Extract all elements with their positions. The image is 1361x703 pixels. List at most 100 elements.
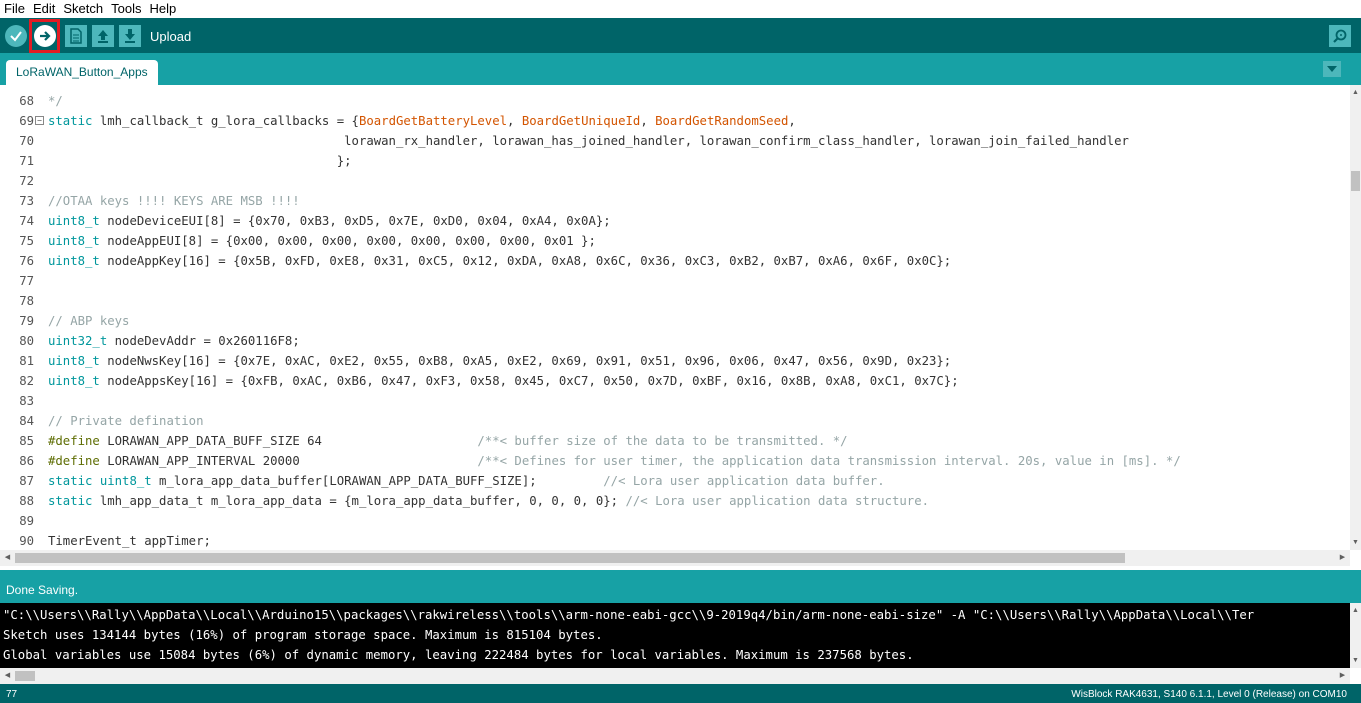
tab-sketch[interactable]: LoRaWAN_Button_Apps xyxy=(6,60,158,85)
code-line: 77 xyxy=(0,271,1350,291)
line-number: 74 xyxy=(19,214,34,228)
console-horizontal-scroll-thumb[interactable] xyxy=(15,671,35,681)
code-text: }; xyxy=(48,151,352,171)
line-number: 87 xyxy=(19,474,34,488)
console-scroll-down-arrow-icon[interactable]: ▼ xyxy=(1350,655,1361,666)
toolbar: Upload xyxy=(0,18,1361,53)
code-line: 81 uint8_t nodeNwsKey[16] = {0x7E, 0xAC, … xyxy=(0,351,1350,371)
code-line: 84 // Private defination xyxy=(0,411,1350,431)
console-scroll-right-arrow-icon[interactable]: ▶ xyxy=(1337,670,1348,681)
code-text: uint32_t nodeDevAddr = 0x260116F8; xyxy=(48,331,300,351)
code-line: 86 #define LORAWAN_APP_INTERVAL 20000 /**… xyxy=(0,451,1350,471)
tab-menu-button[interactable] xyxy=(1323,61,1341,77)
menu-file[interactable]: File xyxy=(0,0,29,18)
editor-horizontal-scrollbar[interactable]: ◀ ▶ xyxy=(0,550,1350,566)
code-token: #define xyxy=(48,454,100,468)
code-token: , xyxy=(788,114,796,128)
code-text: uint8_t nodeAppsKey[16] = {0xFB, 0xAC, 0… xyxy=(48,371,959,391)
upload-button[interactable] xyxy=(34,25,56,47)
serial-monitor-button[interactable] xyxy=(1329,25,1351,47)
line-number: 90 xyxy=(19,534,34,548)
line-number: 73 xyxy=(19,194,34,208)
console-horizontal-scrollbar[interactable]: ◀ ▶ xyxy=(0,668,1350,684)
code-token: LORAWAN_APP_DATA_BUFF_SIZE 64 xyxy=(99,434,478,448)
code-line: 80 uint32_t nodeDevAddr = 0x260116F8; xyxy=(0,331,1350,351)
code-text: lorawan_rx_handler, lorawan_has_joined_h… xyxy=(48,131,1129,151)
code-token: uint8_t xyxy=(99,474,152,488)
line-number: 80 xyxy=(19,334,34,348)
console-line: "C:\\Users\\Rally\\AppData\\Local\\Ardui… xyxy=(3,608,1255,622)
fold-toggle-icon[interactable]: − xyxy=(35,116,44,125)
code-text: static lmh_callback_t g_lora_callbacks =… xyxy=(48,111,796,131)
code-editor[interactable]: 68 */ 69− static lmh_callback_t g_lora_call… xyxy=(0,85,1361,550)
code-line: 89 xyxy=(0,511,1350,531)
code-line: 69− static lmh_callback_t g_lora_callback… xyxy=(0,111,1350,131)
status-area: Done Saving. xyxy=(0,570,1361,603)
status-message: Done Saving. xyxy=(6,583,79,597)
line-number: 88 xyxy=(19,494,34,508)
code-token: uint8_t xyxy=(48,234,100,248)
new-button[interactable] xyxy=(65,25,87,47)
console-vertical-scrollbar[interactable]: ▲ ▼ xyxy=(1350,603,1361,668)
code-token: BoardGetUniqueId xyxy=(521,114,641,128)
board-info: WisBlock RAK4631, S140 6.1.1, Level 0 (R… xyxy=(1071,689,1347,700)
code-token: uint8_t xyxy=(48,214,100,228)
open-button[interactable] xyxy=(92,25,114,47)
code-token: uint8_t xyxy=(48,254,100,268)
code-token: /**< buffer size of the data to be trans… xyxy=(477,434,848,448)
scroll-up-arrow-icon[interactable]: ▲ xyxy=(1350,87,1361,98)
upload-arrow-icon xyxy=(40,31,51,41)
verify-check-icon xyxy=(10,31,22,42)
code-token: nodeAppKey[16] = {0x5B, 0xFD, 0xE8, 0x31… xyxy=(99,254,952,268)
code-text: // ABP keys xyxy=(48,311,129,331)
code-token: nodeDeviceEUI[8] = {0x70, 0xB3, 0xD5, 0x… xyxy=(99,214,611,228)
console-scroll-up-arrow-icon[interactable]: ▲ xyxy=(1350,605,1361,616)
code-line: 83 xyxy=(0,391,1350,411)
code-token: static xyxy=(48,494,93,508)
code-token: lorawan_rx_handler, lorawan_has_joined_h… xyxy=(48,134,1129,148)
code-line: 78 xyxy=(0,291,1350,311)
menu-help[interactable]: Help xyxy=(145,0,180,18)
save-arrow-down-icon xyxy=(125,29,135,43)
code-text: uint8_t nodeDeviceEUI[8] = {0x70, 0xB3, … xyxy=(48,211,611,231)
scroll-down-arrow-icon[interactable]: ▼ xyxy=(1350,537,1361,548)
editor-horizontal-scroll-thumb[interactable] xyxy=(15,553,1125,563)
console-line: Global variables use 15084 bytes (6%) of… xyxy=(3,648,914,662)
editor-vertical-scrollbar[interactable]: ▲ ▼ xyxy=(1350,85,1361,550)
bottom-status-bar: 77 WisBlock RAK4631, S140 6.1.1, Level 0… xyxy=(0,684,1361,703)
console-output[interactable]: "C:\\Users\\Rally\\AppData\\Local\\Ardui… xyxy=(0,603,1361,668)
menu-edit[interactable]: Edit xyxy=(29,0,59,18)
code-token: /**< Defines for user timer, the applica… xyxy=(477,454,1181,468)
menu-tools[interactable]: Tools xyxy=(107,0,145,18)
code-line: 85 #define LORAWAN_APP_DATA_BUFF_SIZE 64 … xyxy=(0,431,1350,451)
line-number: 76 xyxy=(19,254,34,268)
scroll-left-arrow-icon[interactable]: ◀ xyxy=(2,552,13,563)
scroll-right-arrow-icon[interactable]: ▶ xyxy=(1337,552,1348,563)
editor-vertical-scroll-thumb[interactable] xyxy=(1351,171,1360,191)
line-number: 68 xyxy=(19,94,34,108)
tab-bar: LoRaWAN_Button_Apps xyxy=(0,53,1361,85)
code-token: //< Lora user application data buffer. xyxy=(603,474,885,488)
code-token: , xyxy=(507,114,522,128)
console-scroll-left-arrow-icon[interactable]: ◀ xyxy=(2,670,13,681)
tab-menu-triangle-icon xyxy=(1327,66,1337,72)
code-token: LORAWAN_APP_INTERVAL 20000 xyxy=(99,454,478,468)
code-token: nodeNwsKey[16] = {0x7E, 0xAC, 0xE2, 0x55… xyxy=(99,354,952,368)
code-token: uint32_t xyxy=(48,334,108,348)
code-token: #define xyxy=(48,434,100,448)
line-number: 69 xyxy=(19,114,34,128)
code-token: nodeAppsKey[16] = {0xFB, 0xAC, 0xB6, 0x4… xyxy=(99,374,959,388)
code-token: BoardGetRandomSeed xyxy=(655,114,789,128)
code-line: 75 uint8_t nodeAppEUI[8] = {0x00, 0x00, 0… xyxy=(0,231,1350,251)
code-token: //OTAA keys !!!! KEYS ARE MSB !!!! xyxy=(48,194,300,208)
toolbar-hover-label: Upload xyxy=(150,29,192,44)
code-line: 82 uint8_t nodeAppsKey[16] = {0xFB, 0xAC,… xyxy=(0,371,1350,391)
code-line: 79 // ABP keys xyxy=(0,311,1350,331)
code-text: // Private defination xyxy=(48,411,203,431)
code-token: */ xyxy=(48,94,63,108)
verify-button[interactable] xyxy=(5,25,27,47)
menu-sketch[interactable]: Sketch xyxy=(59,0,107,18)
save-button[interactable] xyxy=(119,25,141,47)
new-file-icon xyxy=(70,28,82,44)
